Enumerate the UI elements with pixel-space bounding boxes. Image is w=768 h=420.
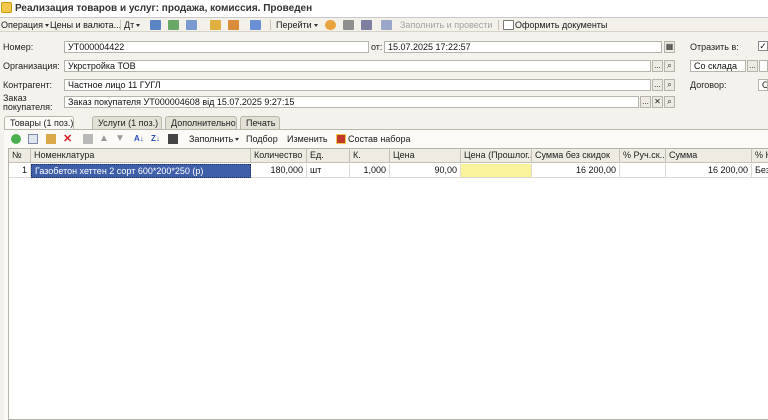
reflect-label: Отразить в: [690, 42, 739, 52]
document-icon [1, 2, 12, 13]
warehouse-extra-field[interactable] [759, 60, 768, 72]
contract-label: Договор: [690, 80, 727, 90]
customer-order-field[interactable]: Заказ покупателя УТ000004608 від 15.07.2… [64, 96, 639, 108]
price-cell[interactable]: 90,00 [390, 164, 461, 178]
unit-cell[interactable]: шт [307, 164, 350, 178]
kit-icon [336, 134, 346, 144]
help-icon[interactable] [325, 20, 336, 30]
sum-cell[interactable]: 16 200,00 [666, 164, 752, 178]
fill-menu-button[interactable]: Заполнить [189, 133, 240, 145]
reflect-checkbox[interactable]: ✓ [758, 41, 768, 51]
counterparty-label: Контрагент: [3, 80, 53, 90]
kit-composition-button[interactable]: Состав набора [348, 133, 410, 145]
prices-currency-button[interactable]: Цены и валюта... [50, 19, 121, 31]
previous-price-cell[interactable] [461, 164, 532, 178]
edit-icon[interactable] [46, 134, 56, 144]
search-icon[interactable]: ⌕ [664, 79, 675, 91]
toolbar-separator [498, 20, 499, 30]
search-icon[interactable]: ⌕ [664, 96, 675, 108]
print-icon[interactable] [381, 20, 392, 30]
nomenclature-cell[interactable]: Газобетон хеттен 2 сорт 600*200*250 (р) [31, 164, 251, 178]
dt-menu[interactable]: Дт [124, 19, 141, 31]
sort-asc-icon[interactable]: A↓ [134, 134, 144, 144]
make-documents-button[interactable]: Оформить документы [515, 19, 607, 31]
counterparty-field[interactable]: Частное лицо 11 ГУГЛ [64, 79, 651, 91]
column-header[interactable]: К. [350, 149, 390, 163]
tab-goods[interactable]: Товары (1 поз.) [4, 116, 74, 130]
column-header[interactable]: Номенклатура [31, 149, 251, 163]
order-select-button[interactable]: ... [640, 96, 651, 108]
calendar-icon[interactable]: ▦ [664, 41, 675, 53]
column-header[interactable]: Сумма [666, 149, 752, 163]
manual-discount-cell[interactable] [620, 164, 666, 178]
vat-cell[interactable]: Без [752, 164, 768, 178]
window-title: Реализация товаров и услуг: продажа, ком… [15, 3, 313, 14]
fill-and-post-button[interactable]: Заполнить и провести [400, 19, 492, 31]
copy-icon[interactable] [186, 20, 197, 30]
counterparty-select-button[interactable]: ... [652, 79, 663, 91]
structure-menu-icon[interactable] [250, 20, 261, 30]
column-header[interactable]: № [9, 149, 31, 163]
structure-icon[interactable] [150, 20, 161, 30]
coefficient-cell[interactable]: 1,000 [350, 164, 390, 178]
selection-button[interactable]: Подбор [246, 133, 278, 145]
main-toolbar: Операция Цены и валюта... Дт Перейти Зап… [0, 18, 768, 32]
list-icon[interactable] [343, 20, 354, 30]
order-label-2: покупателя: [3, 102, 53, 112]
toolbar-separator [270, 20, 271, 30]
window-titlebar: Реализация товаров и услуг: продажа, ком… [0, 0, 768, 18]
contract-field[interactable]: О [758, 79, 768, 91]
column-header[interactable]: Количество [251, 149, 307, 163]
copy-row-icon[interactable] [28, 134, 38, 144]
form-settings-icon[interactable] [361, 20, 372, 30]
column-header[interactable]: Ед. [307, 149, 350, 163]
goods-table[interactable]: № Номенклатура Количество Ед. К. Цена Це… [8, 148, 768, 420]
warehouse-select-button[interactable]: ... [747, 60, 758, 72]
sum-without-discount-cell[interactable]: 16 200,00 [532, 164, 620, 178]
barcode-icon[interactable] [168, 134, 178, 144]
column-header[interactable]: % Руч.ск.. [620, 149, 666, 163]
end-edit-icon[interactable] [83, 134, 93, 144]
number-field[interactable]: УТ000004422 [64, 41, 369, 53]
folder-icon[interactable] [210, 20, 221, 30]
move-up-icon[interactable]: ▲ [99, 134, 109, 144]
search-icon[interactable]: ⌕ [664, 60, 675, 72]
column-header[interactable]: % Н [752, 149, 768, 163]
change-button[interactable]: Изменить [287, 133, 328, 145]
organization-select-button[interactable]: ... [652, 60, 663, 72]
column-header[interactable]: Цена [390, 149, 461, 163]
column-header[interactable]: Сумма без скидок [532, 149, 620, 163]
add-row-icon[interactable] [11, 134, 21, 144]
warehouse-field[interactable]: Со склада [690, 60, 746, 72]
goto-menu[interactable]: Перейти [276, 19, 318, 31]
date-from-label: от: [371, 42, 383, 52]
tab-additional[interactable]: Дополнительно [165, 116, 237, 129]
delete-icon[interactable]: ✕ [63, 134, 73, 145]
number-label: Номер: [3, 42, 34, 52]
quantity-cell[interactable]: 180,000 [251, 164, 307, 178]
toolbar-separator [120, 20, 121, 30]
tab-print[interactable]: Печать [240, 116, 280, 129]
organization-field[interactable]: Укрстройка ТОВ [64, 60, 651, 72]
column-header[interactable]: Цена (Прошлог... [461, 149, 532, 163]
sort-desc-icon[interactable]: Z↓ [151, 134, 161, 144]
row-number-cell[interactable]: 1 [9, 164, 31, 178]
date-field[interactable]: 15.07.2025 17:22:57 [384, 41, 662, 53]
export-icon[interactable] [228, 20, 239, 30]
tab-services[interactable]: Услуги (1 поз.) [92, 116, 162, 129]
move-down-icon[interactable]: ▼ [115, 134, 125, 144]
organization-label: Организация: [3, 61, 60, 71]
clear-icon[interactable]: ✕ [652, 96, 663, 108]
refresh-icon[interactable] [168, 20, 179, 30]
document-form-icon [503, 20, 514, 30]
operation-menu[interactable]: Операция [1, 19, 49, 31]
